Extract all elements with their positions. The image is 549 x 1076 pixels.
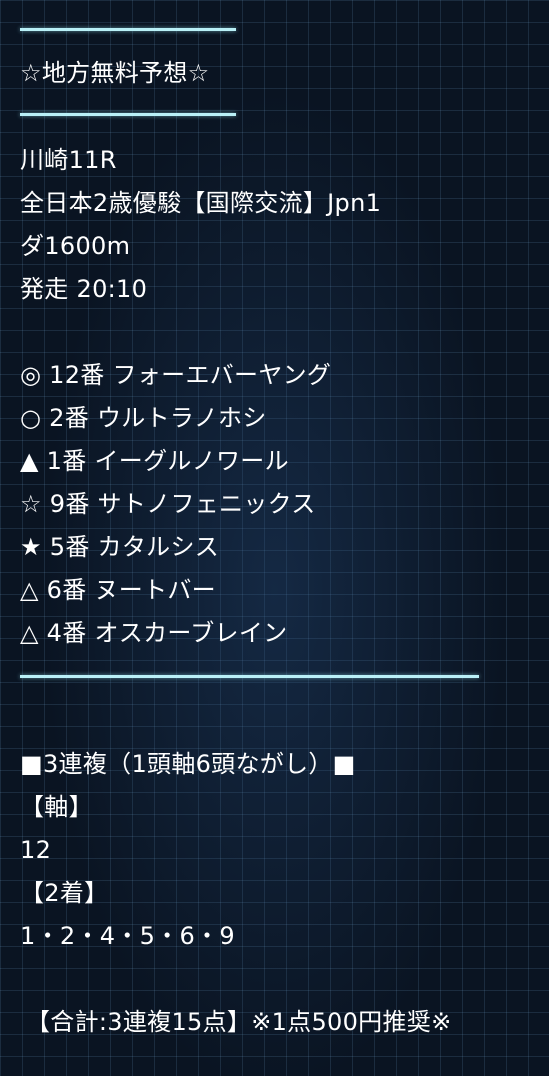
pick-hoshi: ☆ 9番 サトノフェニックス	[20, 490, 316, 518]
bet-type: ■3連複（1頭軸6頭ながし）■	[20, 750, 356, 778]
bet-total: 【合計:3連複15点】※1点500円推奨※	[26, 1008, 452, 1036]
picks-divider	[20, 675, 479, 678]
page-title: ☆地方無料予想☆	[20, 59, 210, 87]
pick-kuroboshi: ★ 5番 カタルシス	[20, 533, 220, 561]
race-start-time: 発走 20:10	[20, 275, 148, 303]
prediction-panel: ☆地方無料予想☆ 川崎11R 全日本2歳優駿【国際交流】Jpn1 ダ1600m …	[0, 0, 549, 1076]
pick-honmei: ◎ 12番 フォーエバーヤング	[20, 361, 332, 389]
pick-tanana: ▲ 1番 イーグルノワール	[20, 447, 289, 475]
axis-value: 12	[20, 836, 52, 864]
pick-renka-2: △ 4番 オスカーブレイン	[20, 619, 288, 647]
axis-label: 【軸】	[20, 793, 93, 821]
race-course: ダ1600m	[20, 232, 131, 260]
pick-renka-1: △ 6番 ヌートバー	[20, 576, 216, 604]
second-value: 1・2・4・5・6・9	[20, 922, 235, 950]
top-divider	[20, 28, 236, 31]
race-venue: 川崎11R	[20, 146, 117, 174]
race-name: 全日本2歳優駿【国際交流】Jpn1	[20, 189, 382, 217]
second-label: 【2着】	[20, 879, 109, 907]
title-divider	[20, 113, 236, 116]
pick-taikou: ○ 2番 ウルトラノホシ	[20, 404, 267, 432]
